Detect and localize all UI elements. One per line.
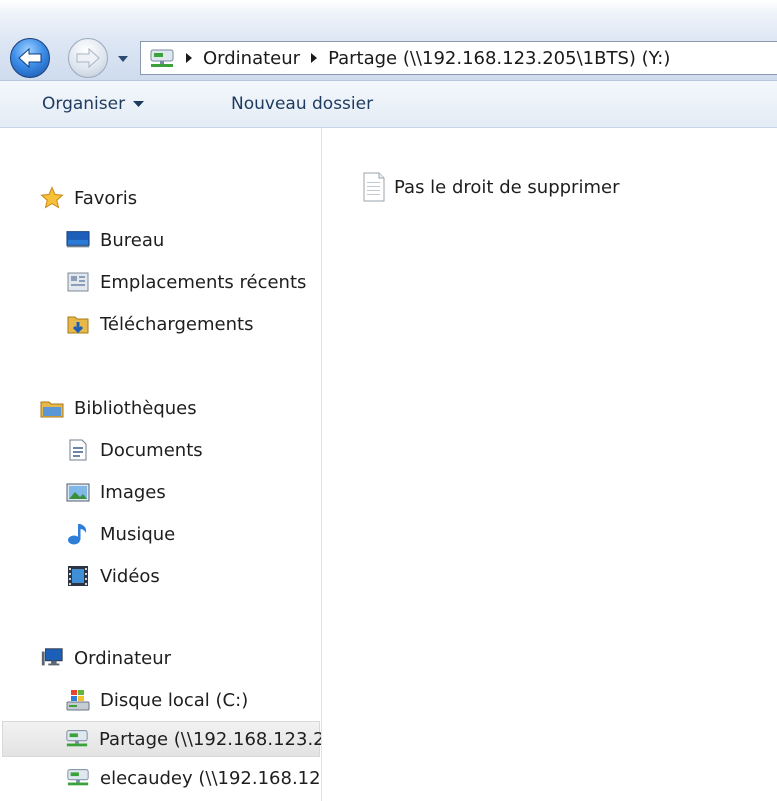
forward-button[interactable] xyxy=(68,38,108,78)
breadcrumb-separator-icon[interactable] xyxy=(185,53,193,63)
breadcrumb-separator-icon[interactable] xyxy=(310,53,318,63)
network-drive-icon xyxy=(65,727,89,751)
nav-favorites-header[interactable]: Favoris xyxy=(40,180,137,216)
music-icon xyxy=(66,522,90,546)
organise-label: Organiser xyxy=(42,94,126,114)
star-icon xyxy=(40,186,64,210)
chevron-down-icon xyxy=(118,56,128,62)
nav-item-elecaudey-drive[interactable]: elecaudey (\\192.168.123.205) (Z:) xyxy=(66,760,321,796)
nav-libraries-label: Bibliothèques xyxy=(74,397,197,419)
libraries-icon xyxy=(40,396,64,420)
file-item[interactable]: Pas le droit de supprimer xyxy=(362,172,619,202)
nav-item-label: Emplacements récents xyxy=(100,271,307,293)
address-input[interactable]: Ordinateur Partage (\\192.168.123.205\1B… xyxy=(140,41,777,75)
nav-item-desktop[interactable]: Bureau xyxy=(66,222,164,258)
nav-computer-header[interactable]: Ordinateur xyxy=(40,640,171,676)
back-button[interactable] xyxy=(10,38,50,78)
nav-item-label: elecaudey (\\192.168.123.205) (Z:) xyxy=(100,767,321,789)
breadcrumb-item-computer[interactable]: Ordinateur xyxy=(203,48,300,69)
nav-item-downloads[interactable]: Téléchargements xyxy=(66,306,253,342)
documents-icon xyxy=(66,438,90,462)
chevron-down-icon xyxy=(133,100,145,108)
nav-item-label: Images xyxy=(100,481,166,503)
nav-item-label: Téléchargements xyxy=(100,313,254,335)
nav-computer-label: Ordinateur xyxy=(74,647,172,669)
nav-item-label: Vidéos xyxy=(100,565,160,587)
nav-item-recent-places[interactable]: Emplacements récents xyxy=(66,264,306,300)
command-toolbar: Organiser Nouveau dossier xyxy=(0,80,777,128)
desktop-icon xyxy=(66,228,90,252)
nav-item-share-drive[interactable]: Partage (\\192.168.123.205\1BTS) (Y:) xyxy=(2,721,321,757)
file-name: Pas le droit de supprimer xyxy=(394,176,620,198)
nav-item-label: Documents xyxy=(100,439,203,461)
nav-item-videos[interactable]: Vidéos xyxy=(66,558,160,594)
nav-item-music[interactable]: Musique xyxy=(66,516,175,552)
nav-favorites-label: Favoris xyxy=(74,187,138,209)
text-file-icon xyxy=(362,172,388,202)
file-list-area[interactable]: Pas le droit de supprimer xyxy=(322,128,777,801)
network-drive-icon xyxy=(150,49,174,67)
organise-button[interactable]: Organiser xyxy=(42,94,145,114)
address-bar-region: Ordinateur Partage (\\192.168.123.205\1B… xyxy=(0,0,777,80)
nav-item-label: Musique xyxy=(100,523,176,545)
downloads-icon xyxy=(66,312,90,336)
breadcrumb-item-share[interactable]: Partage (\\192.168.123.205\1BTS) (Y:) xyxy=(328,48,670,69)
network-drive-icon xyxy=(66,766,90,790)
computer-icon xyxy=(40,646,64,670)
nav-item-label: Partage (\\192.168.123.205\1BTS) (Y:) xyxy=(99,728,321,750)
nav-item-local-disk[interactable]: Disque local (C:) xyxy=(66,682,248,718)
nav-item-label: Disque local (C:) xyxy=(100,689,249,711)
recent-places-icon xyxy=(66,270,90,294)
new-folder-button[interactable]: Nouveau dossier xyxy=(231,94,373,114)
local-disk-icon xyxy=(66,688,90,712)
back-arrow-icon xyxy=(18,47,42,69)
nav-item-images[interactable]: Images xyxy=(66,474,166,510)
recent-pages-dropdown[interactable] xyxy=(116,53,130,65)
forward-arrow-icon xyxy=(76,47,100,69)
nav-item-documents[interactable]: Documents xyxy=(66,432,203,468)
videos-icon xyxy=(66,564,90,588)
nav-libraries-header[interactable]: Bibliothèques xyxy=(40,390,197,426)
images-icon xyxy=(66,480,90,504)
nav-item-label: Bureau xyxy=(100,229,165,251)
navigation-pane[interactable]: Favoris Bureau Emplacements récents Télé… xyxy=(0,128,322,801)
